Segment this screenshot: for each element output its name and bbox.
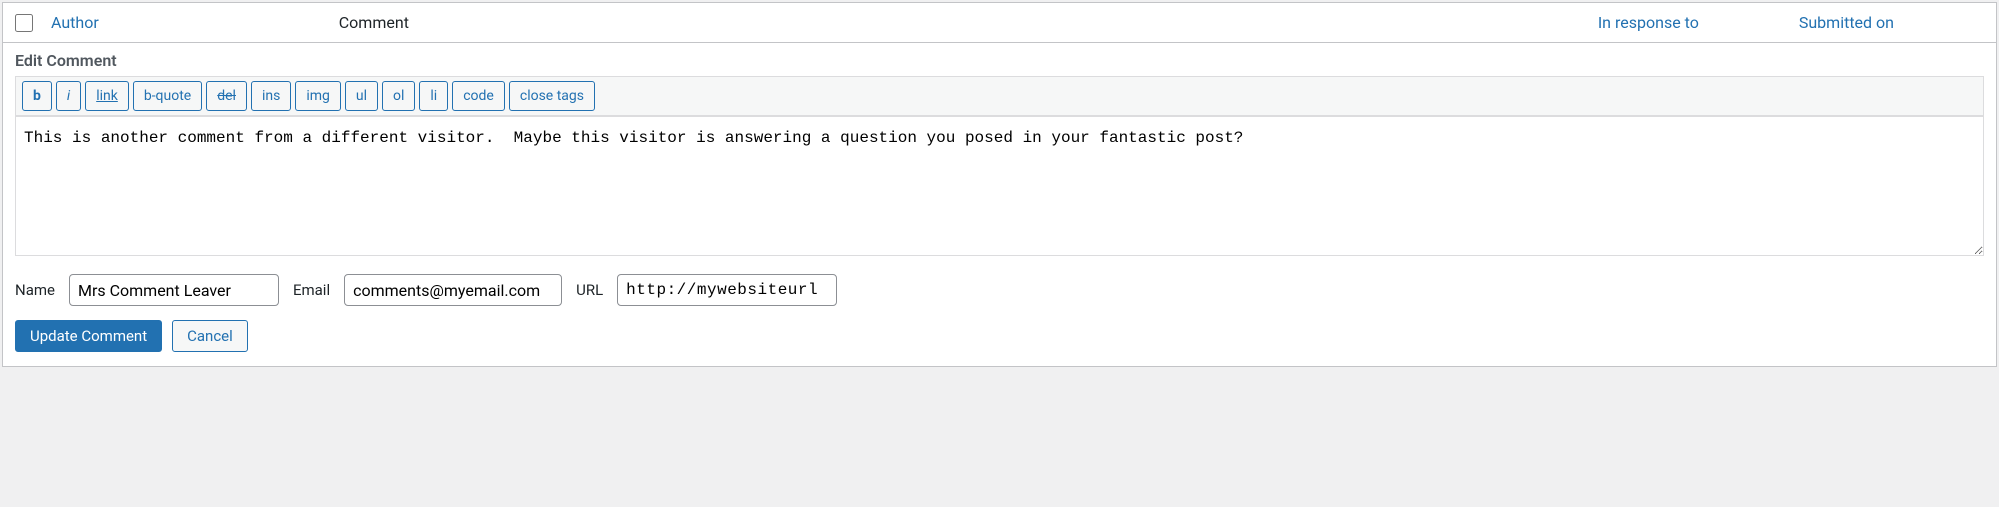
qt-img-button[interactable]: img (295, 81, 341, 111)
name-input[interactable] (69, 274, 279, 306)
url-label: URL (576, 281, 603, 299)
qt-bquote-button[interactable]: b-quote (133, 81, 202, 111)
url-input[interactable] (617, 274, 837, 306)
qt-del-button[interactable]: del (206, 81, 247, 111)
actions-row: Update Comment Cancel (15, 320, 1984, 352)
qt-code-button[interactable]: code (452, 81, 505, 111)
qt-ol-button[interactable]: ol (382, 81, 415, 111)
edit-comment-panel: Edit Comment b i link b-quote del ins im… (3, 43, 1996, 366)
email-label: Email (293, 281, 330, 299)
qt-bold-button[interactable]: b (22, 81, 52, 111)
edit-comment-title: Edit Comment (15, 51, 1984, 70)
quicktags-toolbar: b i link b-quote del ins img ul ol li co… (15, 76, 1984, 116)
select-all-checkbox[interactable] (15, 14, 33, 32)
qt-italic-button[interactable]: i (56, 81, 81, 111)
email-input[interactable] (344, 274, 562, 306)
comment-table: Author Comment In response to Submitted … (2, 2, 1997, 367)
quicktags-row: b i link b-quote del ins img ul ol li co… (22, 81, 1977, 111)
name-label: Name (15, 281, 55, 299)
update-comment-button[interactable]: Update Comment (15, 320, 162, 352)
column-author[interactable]: Author (51, 13, 99, 32)
qt-ul-button[interactable]: ul (345, 81, 378, 111)
column-comment: Comment (339, 13, 409, 32)
column-in-response-to[interactable]: In response to (1598, 13, 1699, 32)
author-fields-row: Name Email URL (15, 274, 1984, 306)
qt-li-button[interactable]: li (419, 81, 448, 111)
qt-ins-button[interactable]: ins (251, 81, 291, 111)
qt-link-button[interactable]: link (85, 81, 129, 111)
cancel-button[interactable]: Cancel (172, 320, 248, 352)
qt-close-tags-button[interactable]: close tags (509, 81, 595, 111)
column-submitted-on[interactable]: Submitted on (1799, 13, 1894, 32)
comment-textarea[interactable] (15, 116, 1984, 256)
header-row: Author Comment In response to Submitted … (3, 3, 1996, 43)
